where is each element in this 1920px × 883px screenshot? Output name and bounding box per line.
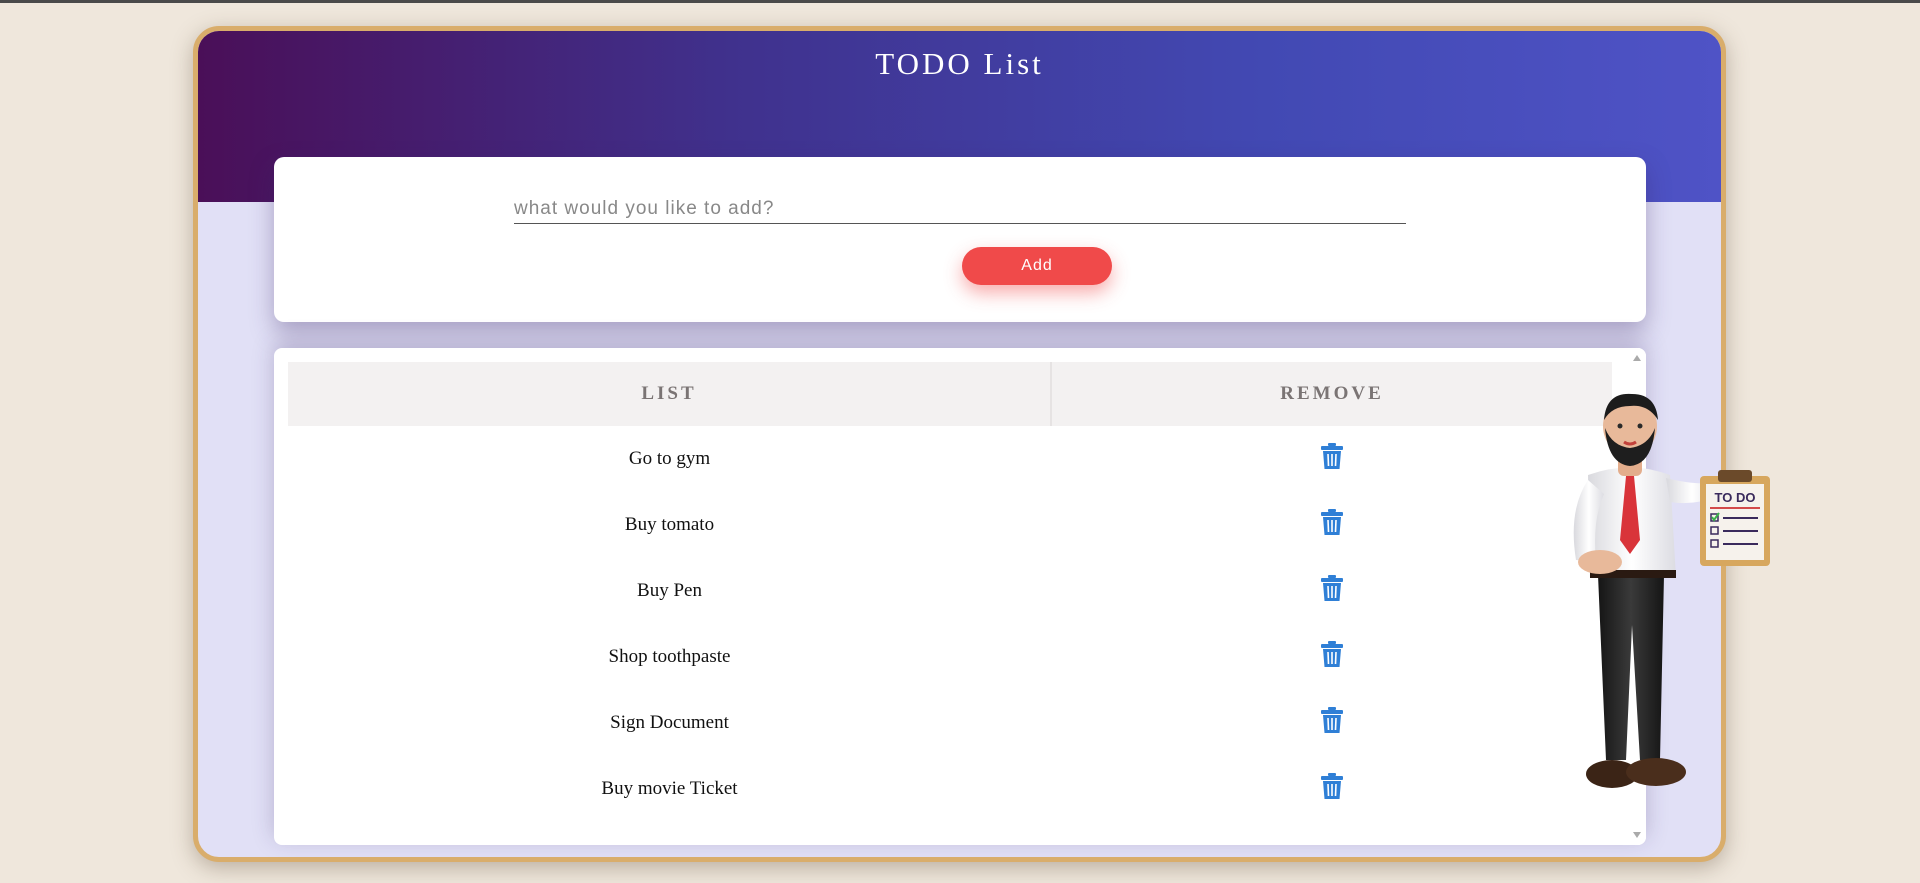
table-row: Buy tomato bbox=[288, 492, 1612, 558]
table-row: Buy movie Ticket bbox=[288, 756, 1612, 822]
businessman-illustration: TO DO bbox=[1573, 393, 1770, 788]
app-container: TODO List Add LIST REMOVE Go to gym Buy t… bbox=[193, 26, 1726, 862]
remove-cell bbox=[1051, 756, 1612, 822]
remove-cell bbox=[1051, 624, 1612, 690]
todo-item-text: Buy Pen bbox=[637, 580, 702, 601]
trash-icon[interactable] bbox=[1320, 773, 1343, 805]
todo-table: LIST REMOVE Go to gym Buy tomato Buy Pen Sh… bbox=[288, 362, 1612, 822]
todo-item-text: Go to gym bbox=[628, 448, 711, 469]
todo-item-text: Buy movie Ticket bbox=[601, 778, 738, 799]
scroll-down-arrow-icon[interactable] bbox=[1633, 832, 1641, 838]
trash-icon[interactable] bbox=[1320, 509, 1343, 541]
todo-list-card: LIST REMOVE Go to gym Buy tomato Buy Pen Sh… bbox=[274, 348, 1646, 845]
page-title: TODO List bbox=[875, 46, 1044, 81]
window-top-border bbox=[0, 0, 1920, 3]
remove-cell bbox=[1051, 492, 1612, 558]
remove-cell bbox=[1051, 426, 1612, 492]
trash-icon[interactable] bbox=[1320, 707, 1343, 739]
remove-cell bbox=[1051, 690, 1612, 756]
todo-item-text: Buy tomato bbox=[624, 514, 715, 535]
table-row: Sign Document bbox=[288, 690, 1612, 756]
table-row: Go to gym bbox=[288, 426, 1612, 492]
trash-icon[interactable] bbox=[1320, 641, 1343, 673]
add-todo-card: Add bbox=[274, 157, 1646, 322]
trash-icon[interactable] bbox=[1320, 443, 1343, 475]
add-button[interactable]: Add bbox=[962, 247, 1112, 285]
clipboard-label: TO DO bbox=[1715, 490, 1756, 505]
column-header-list: LIST bbox=[288, 362, 1052, 426]
table-row: Buy Pen bbox=[288, 558, 1612, 624]
table-header-row: LIST REMOVE bbox=[288, 362, 1612, 426]
remove-cell bbox=[1051, 558, 1612, 624]
table-row: Shop toothpaste bbox=[288, 624, 1612, 690]
column-header-remove: REMOVE bbox=[1051, 362, 1612, 426]
trash-icon[interactable] bbox=[1320, 575, 1343, 607]
todo-item-text: Shop toothpaste bbox=[608, 646, 731, 667]
table-body: Go to gym Buy tomato Buy Pen Shop toothpast… bbox=[288, 426, 1612, 822]
todo-item-text: Sign Document bbox=[610, 712, 729, 733]
scroll-up-arrow-icon[interactable] bbox=[1633, 355, 1641, 361]
todo-input[interactable] bbox=[514, 195, 1406, 224]
